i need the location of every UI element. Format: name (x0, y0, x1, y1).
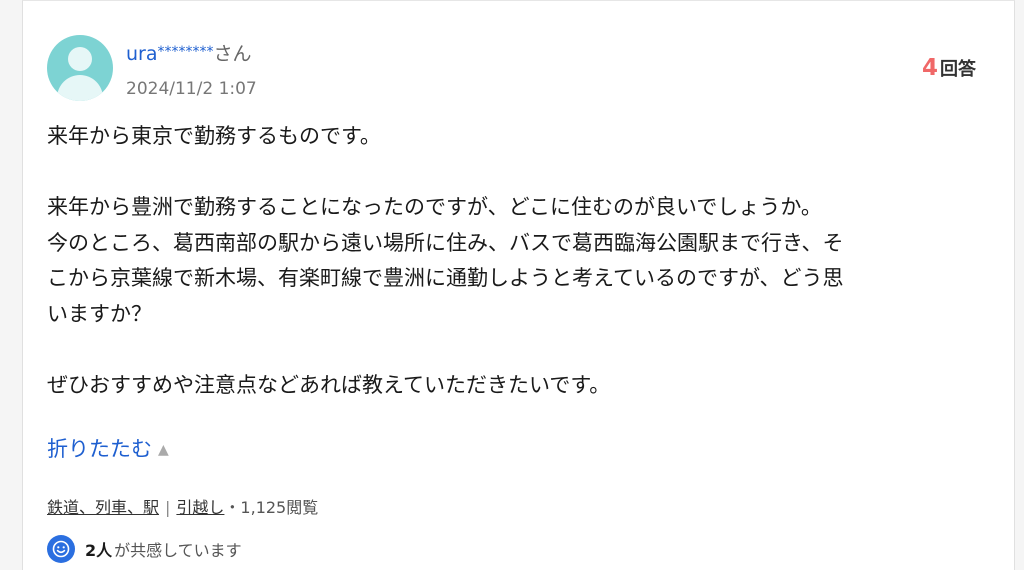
answer-count[interactable]: 4 回答 (922, 55, 976, 81)
body-line: いますか？ (47, 301, 152, 326)
smile-icon (47, 535, 75, 563)
answer-count-label: 回答 (940, 59, 976, 80)
caret-up-icon: ▲ (158, 442, 169, 458)
question-card: ura********さん 2024/11/2 1:07 4 回答 来年から東京で… (22, 0, 1015, 570)
body-line: 今のところ、葛西南部の駅から遠い場所に住み、バスで葛西臨海公園駅まで行き、そ (47, 230, 844, 255)
user-name[interactable]: ura********さん (126, 39, 252, 66)
post-date: 2024/11/2 1:07 (126, 79, 257, 99)
tag-separator: | (165, 498, 171, 517)
collapse-label: 折りたたむ (47, 437, 152, 461)
body-line: 来年から豊洲で勤務することになったのですが、どこに住むのが良いでしょうか。 (47, 195, 822, 219)
answer-count-number: 4 (921, 55, 938, 81)
category-link-railway[interactable]: 鉄道、列車、駅 (47, 498, 159, 517)
collapse-button[interactable]: 折りたたむ ▲ (47, 433, 169, 463)
body-line: こから京葉線で新木場、有楽町線で豊洲に通勤しようと考えているのですが、どう思 (47, 266, 844, 290)
body-blank-line (47, 332, 977, 368)
empathy-count: 2人 (85, 541, 113, 560)
user-name-suffix: さん (213, 43, 252, 65)
user-name-text[interactable]: ura (126, 43, 158, 65)
question-body: 来年から東京で勤務するものです。 来年から豊洲で勤務することになったのですが、ど… (47, 119, 977, 403)
view-count: ・1,125閲覧 (224, 498, 319, 517)
category-link-moving[interactable]: 引越し (176, 498, 224, 517)
body-blank-line (47, 155, 977, 191)
empathy-row[interactable]: 2人 が共感しています (47, 535, 242, 563)
empathy-label: が共感しています (114, 541, 242, 560)
user-avatar[interactable] (47, 35, 113, 101)
avatar-body (57, 75, 103, 101)
avatar-head (68, 47, 92, 71)
tag-row: 鉄道、列車、駅 | 引越し・1,125閲覧 (47, 494, 318, 518)
body-line: ぜひおすすめや注意点などあれば教えていただきたいです。 (47, 372, 611, 397)
user-name-mask: ******** (157, 44, 214, 60)
body-line: 来年から東京で勤務するものです。 (47, 124, 381, 148)
